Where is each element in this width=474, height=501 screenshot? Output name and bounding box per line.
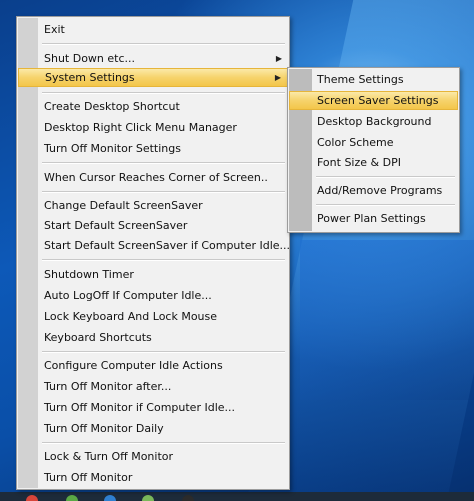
menu-item-turn-off-monitor-daily[interactable]: Turn Off Monitor Daily — [39, 419, 288, 438]
menu-icon-gutter — [18, 18, 38, 488]
menu-separator — [42, 92, 285, 94]
menu-item-label: Turn Off Monitor — [44, 471, 133, 484]
taskbar-app-icon-lightgreen[interactable] — [142, 495, 154, 501]
menu-item-lock-and-turn-off-monitor[interactable]: Lock & Turn Off Monitor — [39, 447, 288, 466]
right-triangle-icon: ▶ — [275, 54, 282, 63]
menu-item-label: When Cursor Reaches Corner of Screen.. — [44, 171, 268, 184]
menu-item-label: Start Default ScreenSaver if Computer Id… — [44, 239, 291, 252]
main-context-menu: Exit Shut Down etc... ▶ System Settings ▶ … — [16, 16, 290, 490]
menu-separator — [42, 162, 285, 164]
menu-item-create-desktop-shortcut[interactable]: Create Desktop Shortcut — [39, 97, 288, 116]
menu-separator — [42, 43, 285, 45]
taskbar-app-icon-blue[interactable] — [104, 495, 116, 501]
submenu-separator — [316, 176, 455, 178]
menu-item-right-click-menu-manager[interactable]: Desktop Right Click Menu Manager — [39, 118, 288, 137]
menu-item-label: Shut Down etc... — [44, 52, 136, 65]
menu-separator — [42, 442, 285, 444]
menu-item-label: System Settings — [45, 71, 135, 84]
submenu-item-font-size-dpi[interactable]: Font Size & DPI — [313, 153, 458, 172]
menu-item-label: Lock & Turn Off Monitor — [44, 450, 174, 463]
submenu-item-label: Font Size & DPI — [317, 156, 401, 169]
menu-item-turn-off-monitor[interactable]: Turn Off Monitor — [39, 468, 288, 487]
menu-item-label: Turn Off Monitor if Computer Idle... — [44, 401, 236, 414]
right-triangle-icon: ▶ — [274, 73, 281, 82]
menu-item-label: Create Desktop Shortcut — [44, 100, 180, 113]
menu-item-label: Turn Off Monitor after... — [44, 380, 172, 393]
menu-item-label: Shutdown Timer — [44, 268, 134, 281]
menu-item-label: Keyboard Shortcuts — [44, 331, 152, 344]
menu-separator — [42, 191, 285, 193]
menu-separator — [42, 259, 285, 261]
menu-item-shutdown-timer[interactable]: Shutdown Timer — [39, 265, 288, 284]
menu-item-change-default-screensaver[interactable]: Change Default ScreenSaver — [39, 196, 288, 215]
menu-item-turn-off-monitor-settings[interactable]: Turn Off Monitor Settings — [39, 139, 288, 158]
menu-item-turn-off-monitor-after[interactable]: Turn Off Monitor after... — [39, 377, 288, 396]
wallpaper-light-panel — [300, 240, 474, 400]
taskbar-app-icon-green[interactable] — [66, 495, 78, 501]
submenu-item-desktop-background[interactable]: Desktop Background — [313, 112, 458, 131]
submenu-item-label: Power Plan Settings — [317, 212, 426, 225]
menu-item-label: Auto LogOff If Computer Idle... — [44, 289, 212, 302]
menu-item-label: Configure Computer Idle Actions — [44, 359, 223, 372]
taskbar-app-icon-red[interactable] — [26, 495, 38, 501]
submenu-item-label: Color Scheme — [317, 136, 394, 149]
menu-item-system-settings[interactable]: System Settings ▶ — [18, 68, 288, 87]
menu-item-lock-keyboard-mouse[interactable]: Lock Keyboard And Lock Mouse — [39, 307, 288, 326]
menu-item-label: Turn Off Monitor Settings — [44, 142, 181, 155]
menu-item-start-default-screensaver[interactable]: Start Default ScreenSaver — [39, 216, 288, 235]
submenu-item-label: Add/Remove Programs — [317, 184, 443, 197]
submenu-item-screen-saver-settings[interactable]: Screen Saver Settings — [289, 91, 458, 110]
menu-item-label: Lock Keyboard And Lock Mouse — [44, 310, 218, 323]
submenu-item-color-scheme[interactable]: Color Scheme — [313, 133, 458, 152]
menu-item-shut-down[interactable]: Shut Down etc... ▶ — [39, 49, 288, 68]
menu-item-turn-off-monitor-if-idle[interactable]: Turn Off Monitor if Computer Idle... — [39, 398, 288, 417]
submenu-item-label: Theme Settings — [317, 73, 404, 86]
menu-item-label: Exit — [44, 23, 65, 36]
menu-item-cursor-corner[interactable]: When Cursor Reaches Corner of Screen.. — [39, 168, 288, 187]
menu-item-label: Start Default ScreenSaver — [44, 219, 188, 232]
menu-item-auto-logoff[interactable]: Auto LogOff If Computer Idle... — [39, 286, 288, 305]
menu-item-configure-idle-actions[interactable]: Configure Computer Idle Actions — [39, 356, 288, 375]
submenu-item-theme-settings[interactable]: Theme Settings — [313, 70, 458, 89]
submenu-item-label: Screen Saver Settings — [317, 94, 439, 107]
submenu-item-power-plan-settings[interactable]: Power Plan Settings — [313, 209, 458, 228]
menu-item-label: Desktop Right Click Menu Manager — [44, 121, 237, 134]
menu-item-keyboard-shortcuts[interactable]: Keyboard Shortcuts — [39, 328, 288, 347]
submenu-item-add-remove-programs[interactable]: Add/Remove Programs — [313, 181, 458, 200]
menu-item-exit[interactable]: Exit — [39, 20, 288, 39]
system-settings-submenu: Theme Settings Screen Saver Settings Des… — [287, 67, 460, 233]
taskbar-app-icon-dark[interactable] — [182, 495, 194, 501]
menu-item-start-screensaver-if-idle[interactable]: Start Default ScreenSaver if Computer Id… — [39, 236, 291, 255]
submenu-item-label: Desktop Background — [317, 115, 432, 128]
menu-separator — [42, 351, 285, 353]
menu-item-label: Turn Off Monitor Daily — [44, 422, 164, 435]
submenu-separator — [316, 204, 455, 206]
menu-item-label: Change Default ScreenSaver — [44, 199, 203, 212]
